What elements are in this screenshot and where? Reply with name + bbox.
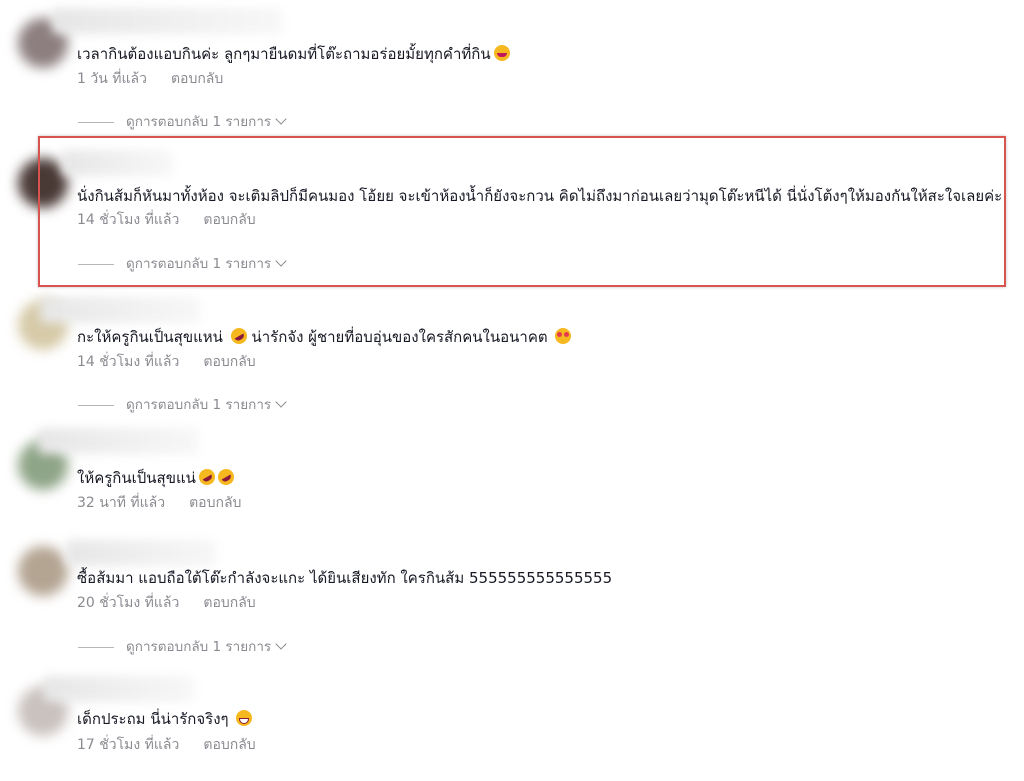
comment-time: 17 ชั่วโมง ที่แล้ว [77, 737, 180, 753]
comment-meta: 17 ชั่วโมง ที่แล้ว ตอบกลับ [77, 735, 256, 755]
username-blurred[interactable] [44, 676, 194, 702]
comment-item: เด็กประถม นี่น่ารักจริงๆ 17 ชั่วโมง ที่แ… [0, 0, 1024, 781]
reply-button[interactable]: ตอบกลับ [203, 737, 255, 753]
comment-text-row: เด็กประถม นี่น่ารักจริงๆ [77, 708, 253, 730]
grinning-face-icon [236, 710, 253, 726]
comment-text: เด็กประถม นี่น่ารักจริงๆ [77, 710, 229, 728]
